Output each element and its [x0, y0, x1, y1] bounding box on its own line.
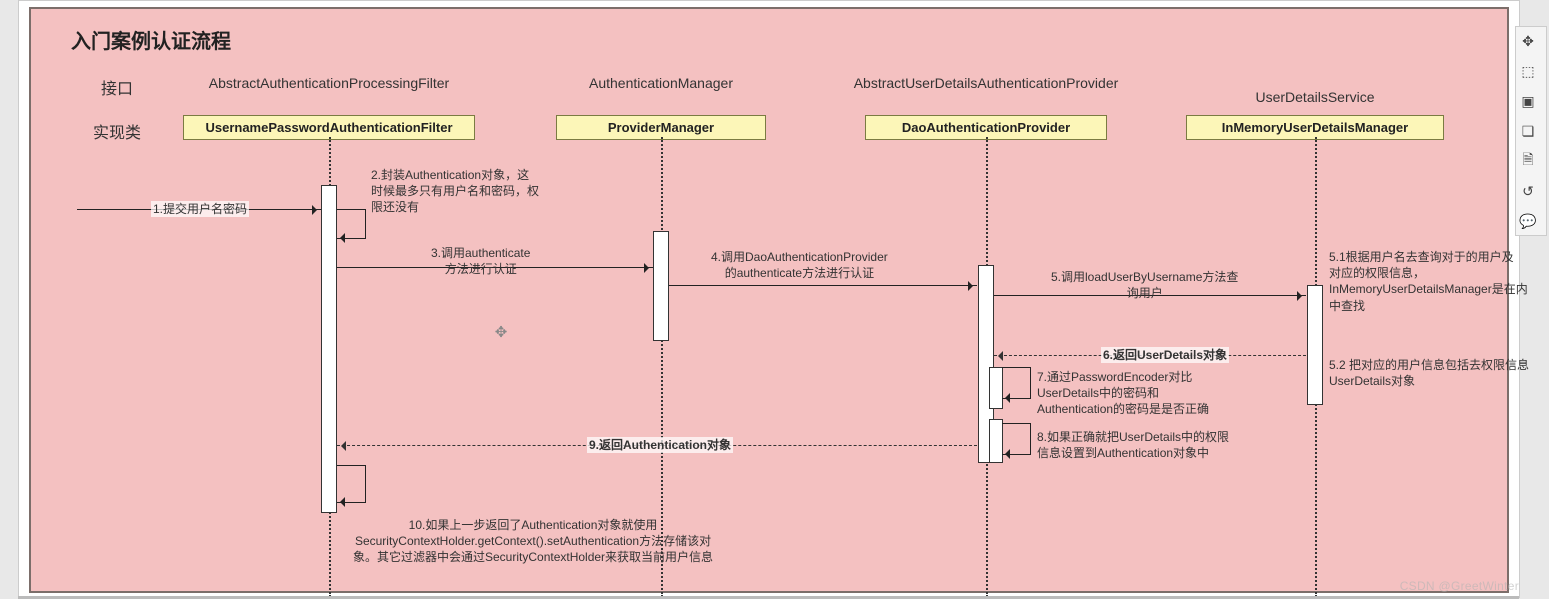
msg-step5-1: 5.1根据用户名去查询对于的用户及 对应的权限信息， InMemoryUserD… — [1329, 249, 1528, 314]
msg-step5-2: 5.2 把对应的用户信息包括去权限信息 UserDetails对象 — [1329, 357, 1529, 389]
diagram-title: 入门案例认证流程 — [71, 25, 231, 54]
msg-step8: 8.如果正确就把UserDetails中的权限 信息设置到Authenticat… — [1037, 429, 1229, 461]
layers-icon[interactable]: ❏ — [1518, 121, 1538, 141]
diagram-canvas[interactable]: 入门案例认证流程 接口 实现类 AbstractAuthenticationPr… — [29, 7, 1509, 593]
msg-step1: 1.提交用户名密码 — [151, 201, 249, 217]
msg-step2: 2.封装Authentication对象，这 时候最多只有用户名和密码，权 限还… — [371, 167, 539, 216]
compass-icon[interactable]: ✥ — [1518, 31, 1538, 51]
arrow-step4 — [669, 285, 977, 286]
interface-label-2: AbstractUserDetailsAuthenticationProvide… — [854, 75, 1119, 91]
msg-step10: 10.如果上一步返回了Authentication对象就使用 SecurityC… — [353, 517, 713, 566]
selfloop-step7 — [1002, 367, 1031, 399]
msg-step9: 9.返回Authentication对象 — [587, 437, 733, 453]
selfloop-step10 — [337, 465, 366, 503]
comment-icon[interactable]: 💬 — [1518, 211, 1538, 231]
msg-step7: 7.通过PasswordEncoder对比 UserDetails中的密码和 A… — [1037, 369, 1209, 418]
msg-step3: 3.调用authenticate 方法进行认证 — [431, 245, 530, 277]
activation-3 — [1307, 285, 1323, 405]
selfloop-step2 — [337, 209, 366, 239]
msg-step6: 6.返回UserDetails对象 — [1101, 347, 1229, 363]
history-icon[interactable]: ↺ — [1518, 181, 1538, 201]
page-icon[interactable]: 🗎 — [1518, 151, 1538, 171]
right-toolbar: ✥ ⬚ ▣ ❏ 🗎 ↺ 💬 — [1515, 26, 1547, 236]
interface-label-1: AuthenticationManager — [589, 75, 733, 91]
selfloop-step8 — [1002, 423, 1031, 455]
move-handle-icon[interactable]: ✥ — [493, 323, 509, 339]
row-label-impl: 实现类 — [77, 119, 157, 143]
msg-step5: 5.调用loadUserByUsername方法查 询用户 — [1051, 269, 1238, 301]
canvas-frame: 入门案例认证流程 接口 实现类 AbstractAuthenticationPr… — [18, 0, 1520, 598]
frame-icon[interactable]: ▣ — [1518, 91, 1538, 111]
interface-label-3: UserDetailsService — [1255, 89, 1374, 105]
interface-label-0: AbstractAuthenticationProcessingFilter — [209, 75, 449, 91]
msg-step4: 4.调用DaoAuthenticationProvider 的authentic… — [711, 249, 888, 281]
activation-1 — [653, 231, 669, 341]
row-label-interface: 接口 — [77, 75, 157, 99]
lasso-icon[interactable]: ⬚ — [1518, 61, 1538, 81]
